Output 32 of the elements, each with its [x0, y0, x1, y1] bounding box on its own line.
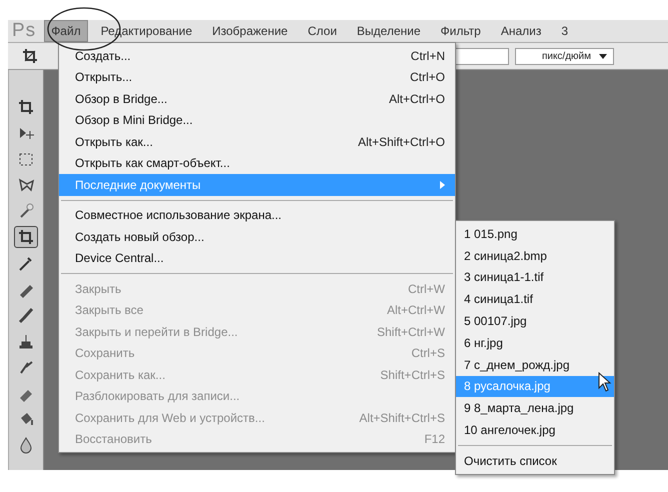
menu-bar-item[interactable]: Слои	[300, 20, 344, 42]
menu-item[interactable]: Device Central...	[59, 248, 455, 269]
menu-item[interactable]: Открыть как смарт-объект...	[59, 152, 455, 174]
app-logo: Ps	[11, 20, 38, 42]
menu-item[interactable]: 9 8_марта_лена.jpg	[456, 397, 614, 420]
menu-bar-item[interactable]: Изображение	[205, 20, 295, 42]
menu-bar-item[interactable]: Выделение	[350, 20, 428, 42]
menu-item[interactable]: Совместное использование экрана...	[59, 204, 455, 226]
menu-bar-item[interactable]: 3	[554, 20, 576, 42]
menu-item[interactable]: 3 синица1-1.tif	[456, 266, 614, 288]
crop-icon[interactable]	[22, 48, 38, 64]
menu-item[interactable]: 5 00107.jpg	[456, 310, 614, 332]
menu-bar-item[interactable]: Файл	[44, 20, 88, 42]
menu-item[interactable]: 10 ангелочек.jpg	[456, 419, 614, 441]
unit-dropdown[interactable]: пикс/дюйм	[514, 48, 614, 64]
menu-item[interactable]: Открыть... Ctrl+O	[59, 66, 455, 88]
menu-item[interactable]: 6 нг.jpg	[456, 332, 614, 354]
menu-item[interactable]: Создать... Ctrl+N	[59, 45, 455, 66]
menu-item[interactable]: 4 синица1.tif	[456, 288, 614, 310]
menu-item[interactable]: Обзор в Mini Bridge...	[59, 110, 455, 131]
menu-item[interactable]: Открыть как... Alt+Shift+Ctrl+O	[59, 131, 455, 152]
menu-bar-item[interactable]: Фильтр	[434, 20, 488, 42]
menu-item[interactable]: 7 с_днем_рожд.jpg	[456, 354, 614, 376]
crop-icon[interactable]	[14, 226, 38, 248]
mouse-pointer-icon	[598, 372, 612, 392]
menu-item[interactable]: Очистить список	[456, 450, 614, 472]
menu-item[interactable]: Создать новый обзор...	[59, 226, 455, 248]
menu-item[interactable]: 1 015.png	[456, 223, 614, 245]
caret-icon	[599, 54, 607, 58]
menu-item[interactable]: 2 синица2.bmp	[456, 244, 614, 267]
menu-bar-item[interactable]: Анализ	[494, 20, 548, 42]
menu-item[interactable]: Обзор в Bridge... Alt+Ctrl+O	[59, 88, 455, 110]
